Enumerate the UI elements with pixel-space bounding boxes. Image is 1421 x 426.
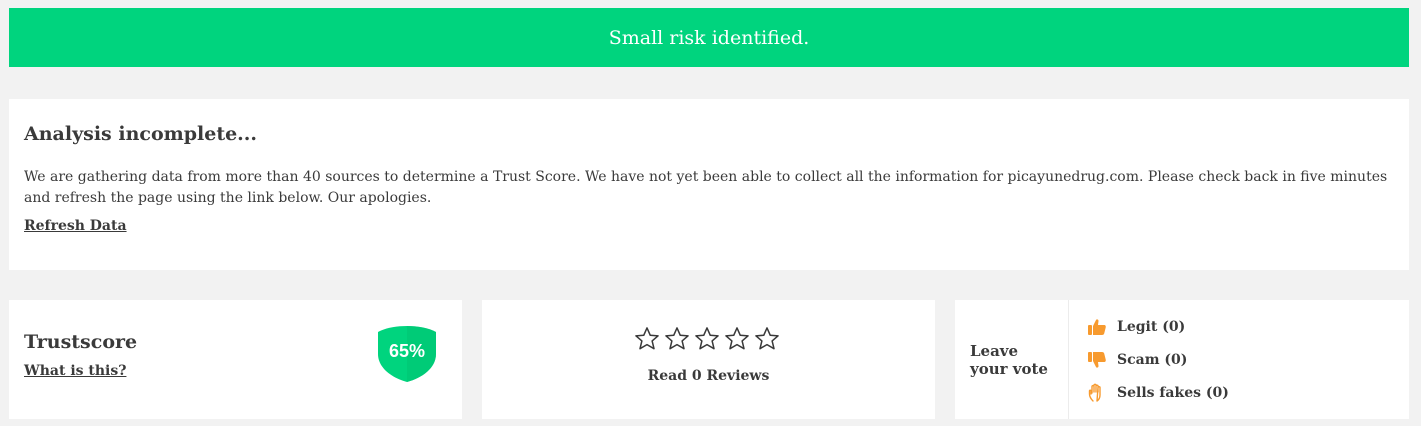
star-icon xyxy=(635,327,659,350)
star-icon xyxy=(725,327,749,350)
analysis-panel: Analysis incomplete... We are gathering … xyxy=(9,99,1409,270)
trustscore-shield-icon: 65% xyxy=(378,326,436,382)
analysis-title: Analysis incomplete... xyxy=(24,123,258,145)
hand-icon xyxy=(1088,383,1101,402)
trustscore-value: 65% xyxy=(389,341,425,361)
star-icon xyxy=(665,327,689,350)
vote-card: Leave your vote Legit (0) Scam (0) Sells… xyxy=(955,300,1409,419)
vote-legit-label: Legit (0) xyxy=(1117,319,1186,335)
vote-sells-fakes-button[interactable]: Sells fakes (0) xyxy=(1087,383,1229,403)
refresh-data-link[interactable]: Refresh Data xyxy=(24,218,127,234)
vote-prompt-line1: Leave xyxy=(970,341,1019,360)
vote-sells-fakes-label: Sells fakes (0) xyxy=(1117,385,1229,401)
risk-banner: Small risk identified. xyxy=(9,8,1409,67)
what-is-this-link[interactable]: What is this? xyxy=(24,363,126,379)
star-icon xyxy=(695,327,719,350)
thumbs-down-icon xyxy=(1088,352,1106,368)
reviews-card: Read 0 Reviews xyxy=(482,300,935,419)
vote-legit-button[interactable]: Legit (0) xyxy=(1087,317,1185,337)
star-rating[interactable] xyxy=(633,325,781,353)
risk-banner-message: Small risk identified. xyxy=(608,26,810,49)
vote-scam-label: Scam (0) xyxy=(1117,352,1188,368)
analysis-body: We are gathering data from more than 40 … xyxy=(24,169,1388,206)
vote-prompt: Leave your vote xyxy=(955,300,1069,419)
read-reviews-link[interactable]: Read 0 Reviews xyxy=(482,368,935,384)
vote-scam-button[interactable]: Scam (0) xyxy=(1087,350,1187,370)
vote-prompt-line2: your vote xyxy=(970,359,1048,378)
trustscore-card: Trustscore What is this? 65% xyxy=(9,300,462,419)
star-icon xyxy=(755,327,779,350)
thumbs-up-icon xyxy=(1088,319,1106,335)
trustscore-title: Trustscore xyxy=(24,331,138,353)
